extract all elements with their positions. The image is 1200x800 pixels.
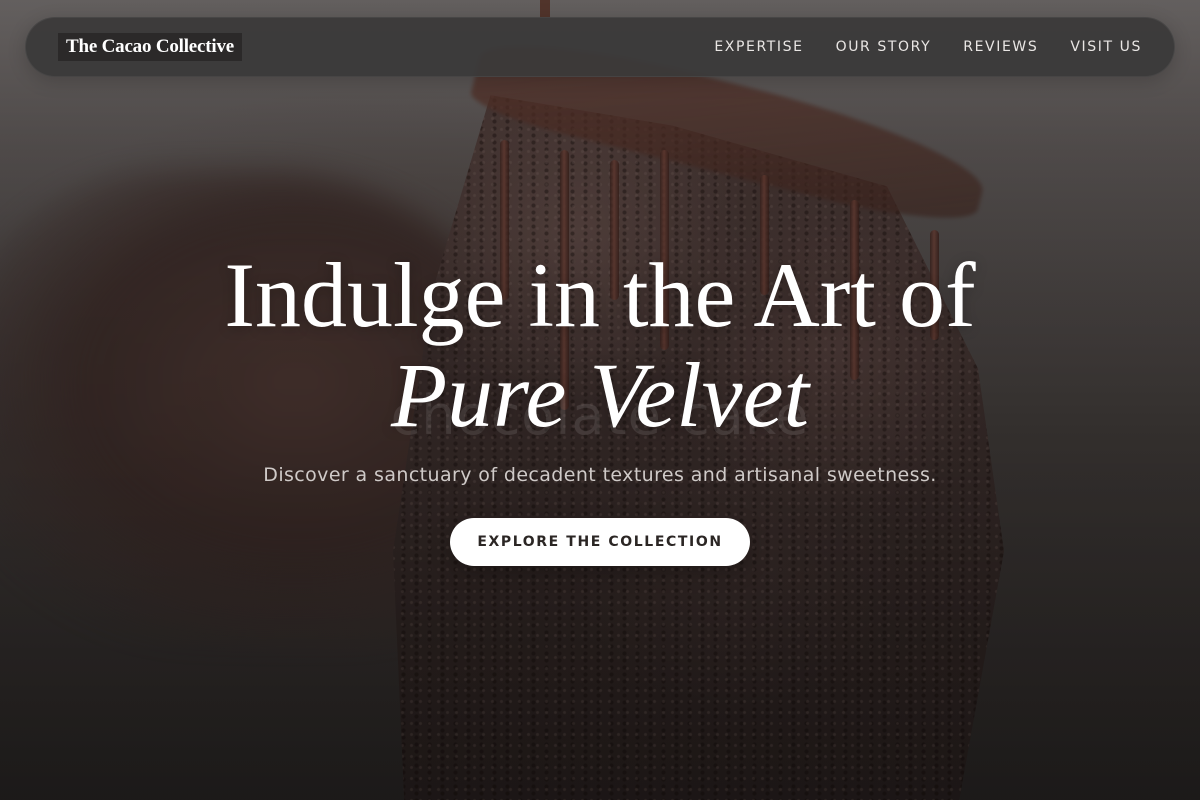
hero-headline-line1: Indulge in the Art of	[224, 244, 976, 346]
hero-content: chocolate cake Indulge in the Art of Pur…	[0, 0, 1200, 800]
explore-collection-button[interactable]: EXPLORE THE COLLECTION	[450, 518, 750, 566]
hero-section: The Cacao Collective EXPERTISE OUR STORY…	[0, 0, 1200, 800]
hero-headline: Indulge in the Art of Pure Velvet	[0, 246, 1200, 444]
hero-headline-line2: Pure Velvet	[390, 344, 810, 446]
hero-subtitle: Discover a sanctuary of decadent texture…	[263, 464, 937, 486]
